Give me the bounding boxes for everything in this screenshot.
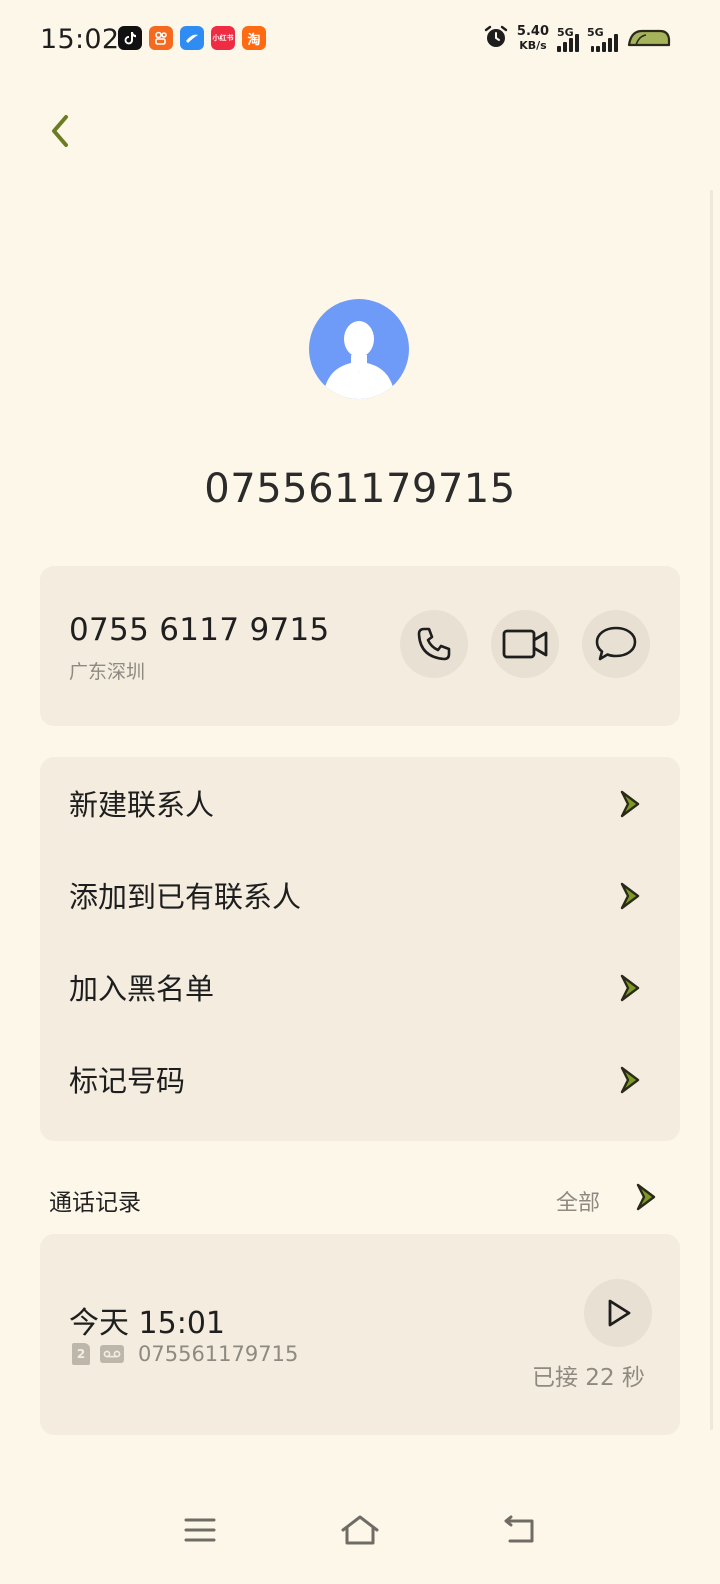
- call-log-entry[interactable]: 今天 15:01 2 075561179715 已接 22 秒: [40, 1234, 680, 1435]
- signal-strength-icon: 5G: [557, 26, 579, 52]
- system-nav-bar: [0, 1500, 720, 1584]
- back-button[interactable]: [38, 106, 82, 156]
- network-speed-value: 5.40: [516, 24, 549, 39]
- play-recording-button[interactable]: [584, 1279, 652, 1347]
- play-icon: [608, 1299, 631, 1327]
- chevron-left-icon: [52, 115, 68, 147]
- taobao-app-icon: 淘: [242, 26, 266, 50]
- recent-apps-button[interactable]: [170, 1508, 230, 1552]
- actions-menu: 新建联系人 添加到已有联系人 加入黑名单 标记号码: [40, 757, 680, 1141]
- status-time: 15:02: [40, 24, 120, 55]
- home-button[interactable]: [330, 1508, 390, 1552]
- network-speed-unit: KB/s: [519, 39, 547, 52]
- menu-item-label: 新建联系人: [69, 788, 215, 822]
- call-detail-page: 15:02 小红书 淘 5.40 KB/s 5G 5G 075561179715…: [0, 0, 720, 1584]
- call-meta: 2 075561179715: [72, 1342, 298, 1366]
- call-status: 已接 22 秒: [532, 1365, 645, 1391]
- avatar: [309, 299, 409, 399]
- signal-strength-icon: 5G: [587, 26, 618, 52]
- browser-app-icon: [180, 26, 204, 50]
- signal-label: 5G: [587, 26, 604, 39]
- message-button[interactable]: [582, 610, 650, 678]
- mark-number-item[interactable]: 标记号码: [40, 1033, 680, 1125]
- xiaohongshu-app-icon: 小红书: [211, 26, 235, 50]
- call-history-all-link[interactable]: 全部: [556, 1185, 600, 1217]
- status-bar: 15:02 小红书 淘 5.40 KB/s 5G 5G: [0, 0, 720, 78]
- number-card: 0755 6117 9715 广东深圳: [40, 566, 680, 726]
- notification-app-icons: 小红书 淘: [118, 26, 266, 50]
- video-call-button[interactable]: [491, 610, 559, 678]
- kuaishou-app-icon: [149, 26, 173, 50]
- back-nav-button[interactable]: [490, 1508, 550, 1552]
- page-title: 075561179715: [204, 466, 516, 512]
- menu-item-label: 加入黑名单: [69, 972, 215, 1006]
- call-history-title: 通话记录: [49, 1190, 141, 1216]
- new-contact-item[interactable]: 新建联系人: [40, 757, 680, 849]
- person-silhouette-icon: [323, 321, 395, 399]
- menu-item-label: 添加到已有联系人: [69, 880, 302, 914]
- add-to-existing-contact-item[interactable]: 添加到已有联系人: [40, 849, 680, 941]
- message-bubble-icon: [595, 626, 637, 661]
- phone-number: 0755 6117 9715: [69, 612, 330, 648]
- network-speed: 5.40 KB/s: [517, 25, 549, 53]
- phone-icon: [417, 627, 451, 661]
- status-indicators: 5.40 KB/s 5G 5G: [483, 24, 672, 54]
- chevron-right-icon: [620, 790, 640, 818]
- chevron-right-icon: [620, 882, 640, 910]
- signal-label: 5G: [557, 26, 574, 39]
- video-camera-icon: [502, 629, 548, 659]
- voicemail-icon: [100, 1345, 124, 1363]
- back-arrow-icon: [504, 1515, 534, 1543]
- menu-icon: [184, 1518, 216, 1542]
- chevron-right-icon[interactable]: [634, 1182, 658, 1212]
- add-to-blacklist-item[interactable]: 加入黑名单: [40, 941, 680, 1033]
- call-button[interactable]: [400, 610, 468, 678]
- chevron-right-icon: [620, 974, 640, 1002]
- scrollbar[interactable]: [710, 190, 713, 1430]
- home-icon: [341, 1515, 379, 1545]
- menu-item-label: 标记号码: [69, 1064, 186, 1098]
- call-time: 今天 15:01: [69, 1306, 225, 1341]
- alarm-icon: [483, 24, 509, 54]
- call-number: 075561179715: [138, 1342, 299, 1366]
- battery-icon: [626, 25, 672, 53]
- chevron-right-icon: [620, 1066, 640, 1094]
- sim-card-icon: 2: [72, 1343, 90, 1365]
- number-location: 广东深圳: [69, 661, 146, 683]
- tiktok-app-icon: [118, 26, 142, 50]
